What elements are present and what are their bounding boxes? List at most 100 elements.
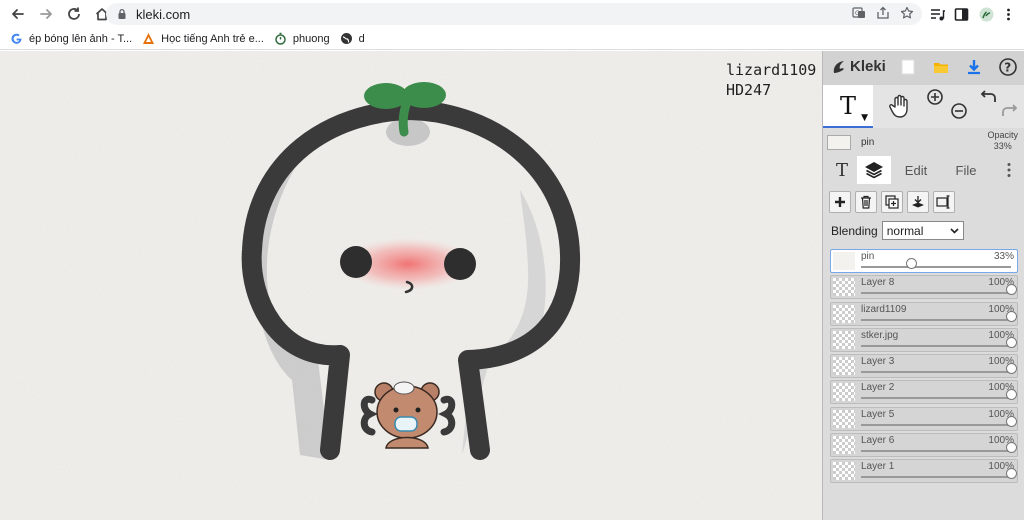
layer-opacity-slider[interactable] — [861, 442, 1017, 454]
tab-file[interactable]: File — [947, 156, 985, 184]
panel-more-button[interactable] — [999, 156, 1019, 184]
rename-layer-button[interactable] — [933, 191, 955, 213]
undo-icon — [980, 90, 996, 102]
bookmark-star-icon[interactable] — [900, 6, 914, 20]
media-control-button[interactable] — [927, 4, 947, 24]
layer-thumbnail — [833, 278, 855, 297]
layer-thumbnail — [833, 409, 855, 428]
layer-opacity-slider-knob[interactable] — [1006, 363, 1017, 375]
hand-tool-button[interactable] — [885, 91, 915, 121]
zoom-out-button[interactable] — [949, 101, 969, 121]
music-queue-icon — [930, 8, 945, 20]
layer-row[interactable]: stker.jpg 100% — [830, 327, 1018, 352]
svg-text:?: ? — [1004, 61, 1011, 75]
duplicate-layer-button[interactable] — [881, 191, 903, 213]
layer-opacity-slider[interactable] — [861, 310, 1017, 322]
new-image-button[interactable] — [898, 57, 918, 77]
layer-name: Layer 2 — [861, 382, 895, 394]
layer-row[interactable]: Layer 3 100% — [830, 354, 1018, 379]
layer-opacity-slider[interactable] — [861, 363, 1017, 375]
bookmark-item[interactable]: d — [340, 28, 365, 50]
translate-icon[interactable]: G — [852, 6, 866, 20]
blending-value: normal — [886, 223, 924, 238]
layer-opacity-slider-knob[interactable] — [905, 258, 917, 269]
layer-actions — [829, 191, 955, 213]
layer-opacity-slider-knob[interactable] — [1006, 336, 1017, 348]
layer-name: Layer 5 — [861, 408, 895, 420]
download-icon — [968, 60, 980, 75]
layer-thumbnail — [833, 304, 855, 323]
layer-thumbnail — [833, 330, 855, 349]
share-icon[interactable] — [876, 6, 890, 20]
tab-file-label: File — [955, 162, 977, 178]
merge-down-icon — [912, 196, 924, 208]
bookmark-label: phuong — [292, 32, 330, 45]
delete-layer-button[interactable] — [855, 191, 877, 213]
address-bar[interactable]: kleki.com G — [106, 3, 922, 25]
tab-edit-label: Edit — [904, 162, 928, 178]
url-text: kleki.com — [136, 6, 191, 22]
layer-opacity-slider-knob[interactable] — [1006, 468, 1017, 480]
undo-button[interactable] — [979, 87, 999, 107]
help-button[interactable]: ? — [998, 57, 1018, 77]
text-tool-button[interactable]: T ▼ — [823, 85, 873, 128]
layer-row[interactable]: pin 33% — [830, 249, 1018, 273]
back-button[interactable] — [6, 2, 30, 26]
side-panel-button[interactable] — [951, 4, 971, 24]
reload-icon — [68, 7, 80, 20]
bookmark-item[interactable]: phuong — [274, 28, 330, 50]
kleki-logo[interactable]: Kleki — [831, 58, 886, 75]
rename-icon — [936, 195, 950, 209]
forward-button[interactable] — [34, 2, 58, 26]
layer-opacity-slider[interactable] — [861, 468, 1017, 480]
layer-opacity-slider[interactable] — [861, 284, 1017, 296]
signature-line2: HD247 — [726, 81, 772, 99]
zoom-in-button[interactable] — [925, 87, 945, 107]
tab-edit[interactable]: Edit — [895, 156, 937, 184]
browser-menu-button[interactable] — [998, 4, 1018, 24]
reload-button[interactable] — [62, 2, 86, 26]
layer-opacity-slider-knob[interactable] — [1006, 415, 1017, 427]
layer-name: Layer 1 — [861, 461, 895, 473]
bookmark-item[interactable]: ép bóng lên ảnh - T... — [10, 28, 132, 50]
redo-button[interactable] — [999, 101, 1019, 121]
layer-opacity-slider-knob[interactable] — [1006, 389, 1017, 401]
bookmark-label: ép bóng lên ảnh - T... — [29, 32, 133, 45]
layer-row[interactable]: Layer 8 100% — [830, 275, 1018, 300]
tab-layers[interactable] — [857, 156, 891, 184]
trash-icon — [861, 195, 871, 209]
layer-name: Layer 6 — [861, 435, 895, 447]
layer-thumbnail — [833, 357, 855, 376]
layer-row[interactable]: Layer 5 100% — [830, 406, 1018, 431]
layer-row[interactable]: lizard1109 100% — [830, 301, 1018, 326]
layer-opacity-slider-knob[interactable] — [1006, 310, 1017, 322]
help-icon: ? — [999, 58, 1017, 76]
layer-opacity-slider-knob[interactable] — [1006, 284, 1017, 296]
back-arrow-icon — [12, 9, 24, 19]
duplicate-icon — [885, 195, 899, 209]
profile-avatar[interactable] — [976, 4, 996, 24]
layer-row[interactable]: Layer 2 100% — [830, 380, 1018, 405]
blending-select[interactable]: normal — [881, 221, 964, 240]
chevron-down-icon: ▼ — [861, 113, 868, 123]
layer-opacity-slider-knob[interactable] — [1006, 442, 1017, 454]
profile-avatar-icon — [979, 7, 993, 21]
zoom-in-icon — [927, 89, 943, 105]
open-file-button[interactable] — [931, 57, 951, 77]
layer-row[interactable]: Layer 1 100% — [830, 459, 1018, 484]
add-layer-button[interactable] — [829, 191, 851, 213]
save-download-button[interactable] — [964, 57, 984, 77]
layer-row[interactable]: Layer 6 100% — [830, 433, 1018, 458]
folder-icon — [934, 63, 948, 73]
layer-name: pin — [861, 251, 875, 262]
drawing-canvas[interactable]: lizard1109 HD247 — [0, 51, 822, 520]
layer-opacity-slider[interactable] — [861, 415, 1017, 427]
bookmark-item[interactable]: Học tiếng Anh trẻ e... — [142, 28, 264, 50]
zoom-out-icon — [951, 103, 967, 119]
tab-text[interactable]: T — [827, 156, 857, 184]
layer-opacity-slider[interactable] — [861, 258, 1011, 269]
panel-header: Kleki ? — [823, 51, 1024, 85]
merge-layer-button[interactable] — [907, 191, 929, 213]
layer-opacity-slider[interactable] — [861, 336, 1017, 348]
layer-opacity-slider[interactable] — [861, 389, 1017, 401]
